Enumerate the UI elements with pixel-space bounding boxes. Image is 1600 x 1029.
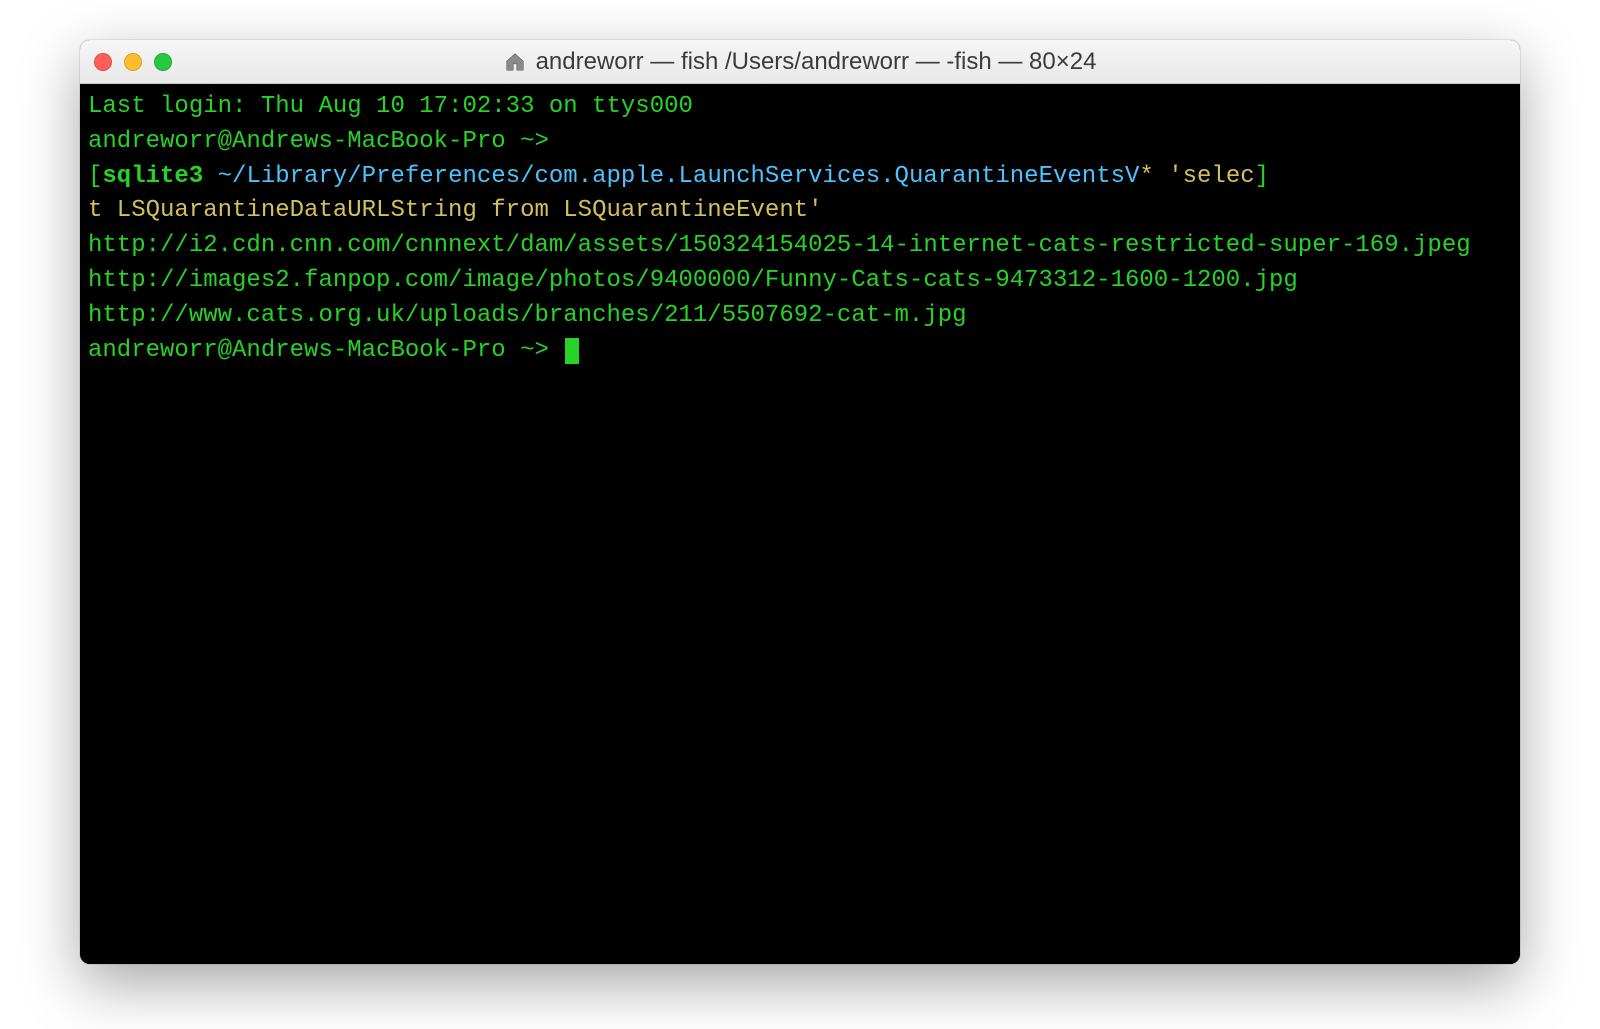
last-login-line: Last login: Thu Aug 10 17:02:33 on ttys0… xyxy=(88,93,693,120)
maximize-button[interactable] xyxy=(154,53,172,71)
output-url-3: http://www.cats.org.uk/uploads/branches/… xyxy=(88,302,967,329)
cmd-path: /Library/Preferences/com.apple.LaunchSer… xyxy=(232,163,1139,190)
minimize-button[interactable] xyxy=(124,53,142,71)
output-url-1: http://i2.cdn.cnn.com/cnnnext/dam/assets… xyxy=(88,232,1471,259)
prompt-line-1: andreworr@Andrews-MacBook-Pro ~> xyxy=(88,128,549,155)
close-button[interactable] xyxy=(94,53,112,71)
cmd-tilde: ~ xyxy=(218,163,232,190)
cmd-star: * xyxy=(1139,163,1153,190)
cmd-query-1: 'selec xyxy=(1154,163,1255,190)
window-title: andreworr — fish /Users/andreworr — -fis… xyxy=(536,48,1097,76)
window-titlebar[interactable]: andreworr — fish /Users/andreworr — -fis… xyxy=(80,40,1520,84)
cmd-sqlite3: sqlite3 xyxy=(102,163,203,190)
traffic-lights xyxy=(94,53,172,71)
cursor xyxy=(565,338,579,364)
terminal-window: andreworr — fish /Users/andreworr — -fis… xyxy=(80,40,1520,964)
home-icon xyxy=(504,51,526,73)
close-bracket: ] xyxy=(1255,163,1269,190)
prompt-line-2: andreworr@Andrews-MacBook-Pro ~> xyxy=(88,337,563,364)
output-url-2: http://images2.fanpop.com/image/photos/9… xyxy=(88,267,1298,294)
open-bracket: [ xyxy=(88,163,102,190)
cmd-space xyxy=(203,163,217,190)
terminal-body[interactable]: Last login: Thu Aug 10 17:02:33 on ttys0… xyxy=(80,84,1520,964)
window-title-group: andreworr — fish /Users/andreworr — -fis… xyxy=(504,48,1097,76)
cmd-query-2: t LSQuarantineDataURLString from LSQuara… xyxy=(88,197,823,224)
